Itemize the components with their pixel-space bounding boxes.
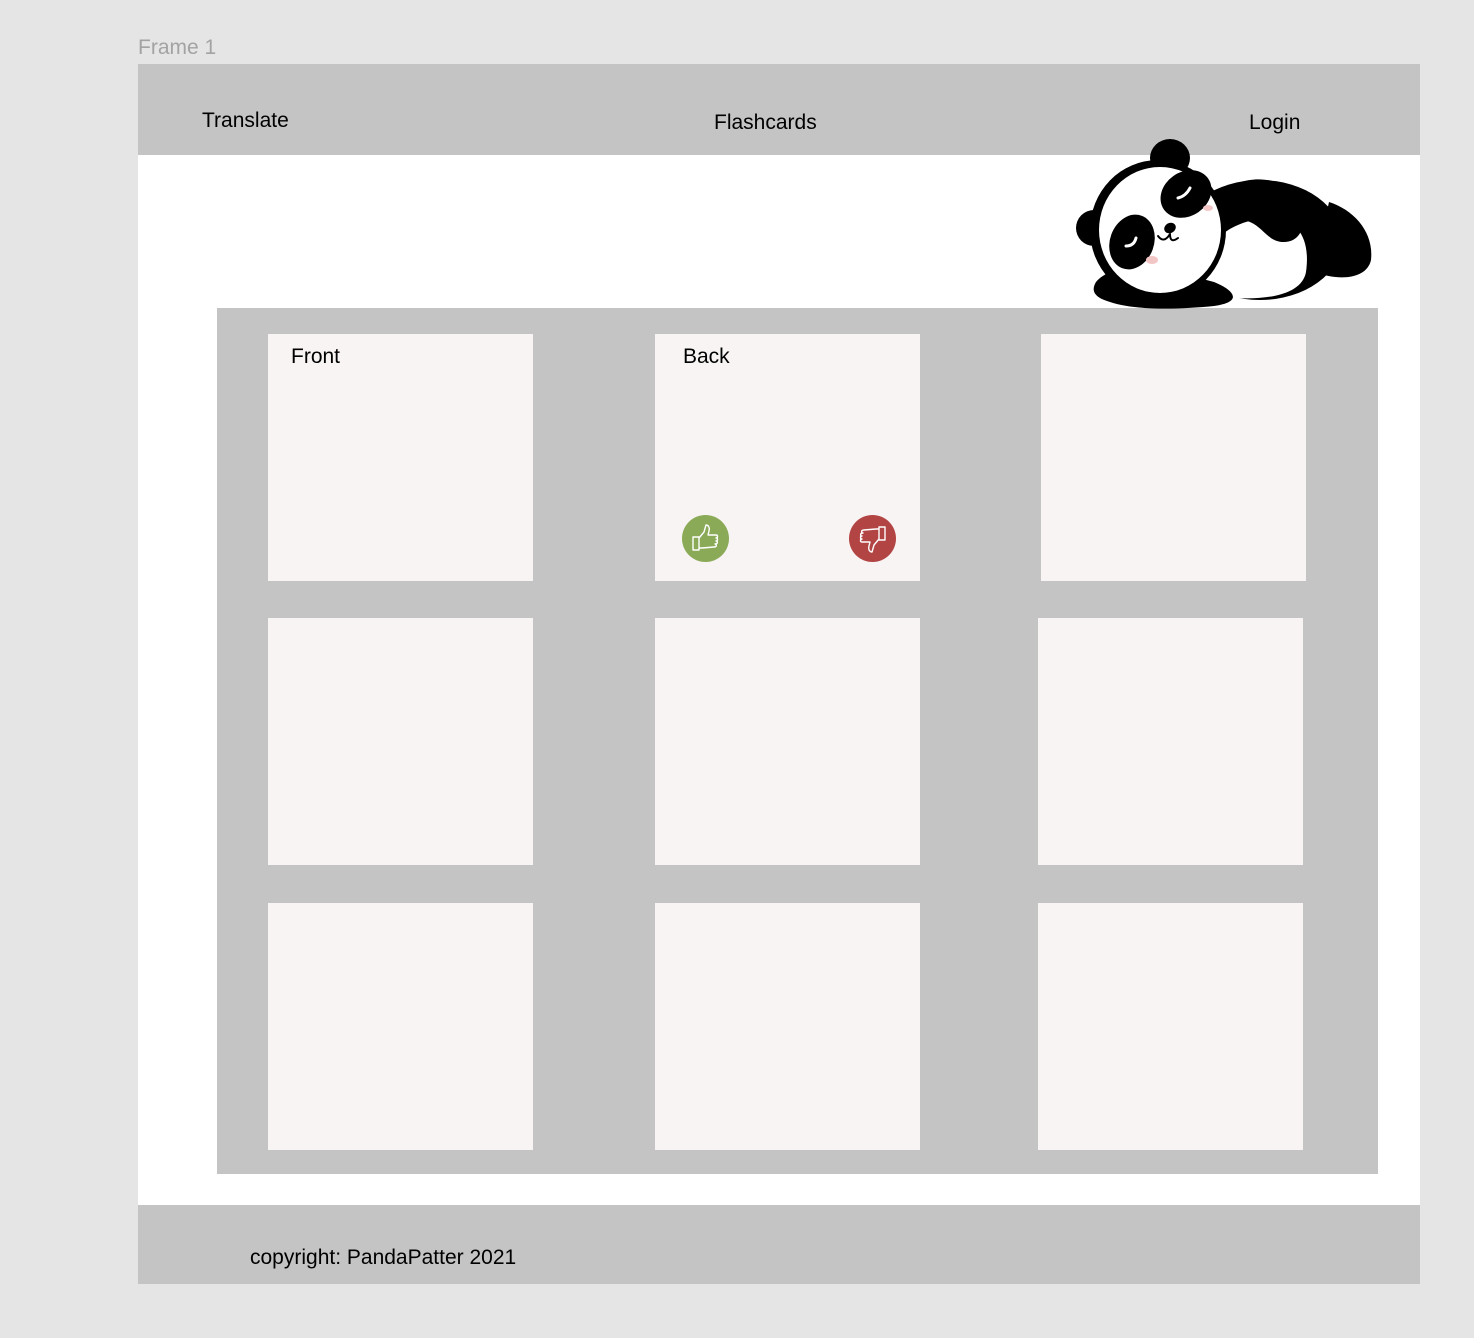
design-canvas: Frame 1 Translate Flashcards Login Front… [0, 0, 1474, 1338]
flashcard[interactable] [655, 618, 920, 865]
card-front-label: Front [291, 345, 341, 368]
thumbs-up-icon [692, 524, 719, 551]
thumbs-down-button[interactable] [849, 515, 896, 562]
copyright-text: copyright: PandaPatter 2021 [250, 1246, 517, 1269]
flashcard[interactable] [1038, 618, 1303, 865]
flashcard[interactable] [1038, 903, 1303, 1150]
flashcard[interactable] [1041, 334, 1306, 581]
flashcard[interactable] [268, 618, 533, 865]
thumbs-down-icon [859, 526, 886, 553]
flashcard[interactable] [268, 903, 533, 1150]
flashcard-back[interactable]: Back [655, 334, 920, 581]
sleeping-panda-icon [1076, 139, 1372, 309]
thumbs-up-button[interactable] [682, 515, 729, 562]
nav-flashcards-link[interactable]: Flashcards [714, 110, 817, 136]
flashcard-grid: Front Back [217, 308, 1378, 1174]
nav-translate-link[interactable]: Translate [202, 108, 289, 134]
footer-bar: copyright: PandaPatter 2021 [138, 1205, 1420, 1284]
card-back-label: Back [683, 345, 730, 368]
frame: Translate Flashcards Login Front Back co… [138, 64, 1420, 1284]
flashcard[interactable] [655, 903, 920, 1150]
flashcard-front[interactable]: Front [268, 334, 533, 581]
frame-label[interactable]: Frame 1 [138, 34, 216, 62]
